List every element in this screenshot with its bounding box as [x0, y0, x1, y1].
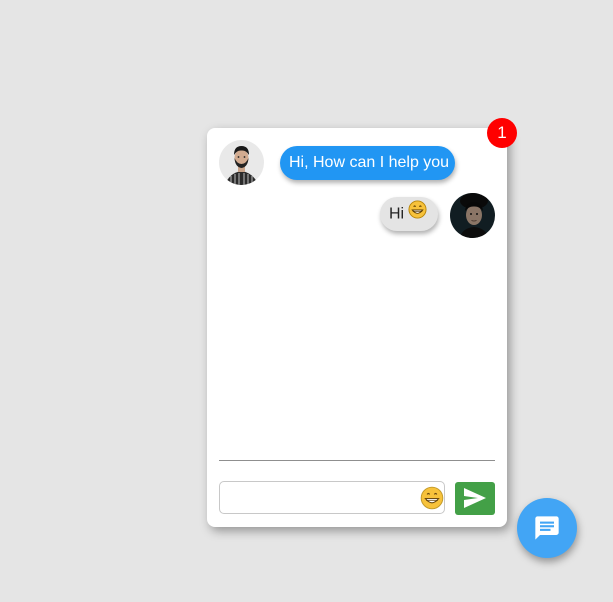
chat-window: Hi, How can I help you Hi	[207, 128, 507, 527]
user-message-bubble: Hi	[380, 197, 438, 231]
send-button[interactable]	[455, 482, 495, 515]
agent-message-text: Hi, How can I help you	[289, 154, 450, 171]
unread-badge: 1	[487, 118, 517, 148]
page: Hi, How can I help you Hi 1	[0, 0, 613, 602]
agent-message-bubble: Hi, How can I help you	[280, 146, 455, 180]
grinning-face-icon	[420, 486, 444, 510]
composer-divider	[219, 460, 495, 461]
grinning-face-icon	[408, 200, 427, 226]
chat-launcher-button[interactable]	[517, 498, 577, 558]
message-input[interactable]	[226, 486, 416, 512]
agent-avatar-icon	[219, 140, 264, 185]
send-icon	[464, 488, 486, 508]
user-avatar-icon	[450, 193, 495, 238]
message-list: Hi, How can I help you Hi	[207, 128, 507, 458]
chat-bubble-icon	[535, 516, 559, 540]
emoji-picker-button[interactable]	[420, 486, 444, 510]
user-message-text: Hi	[389, 205, 405, 223]
message-input-wrapper	[219, 481, 445, 514]
